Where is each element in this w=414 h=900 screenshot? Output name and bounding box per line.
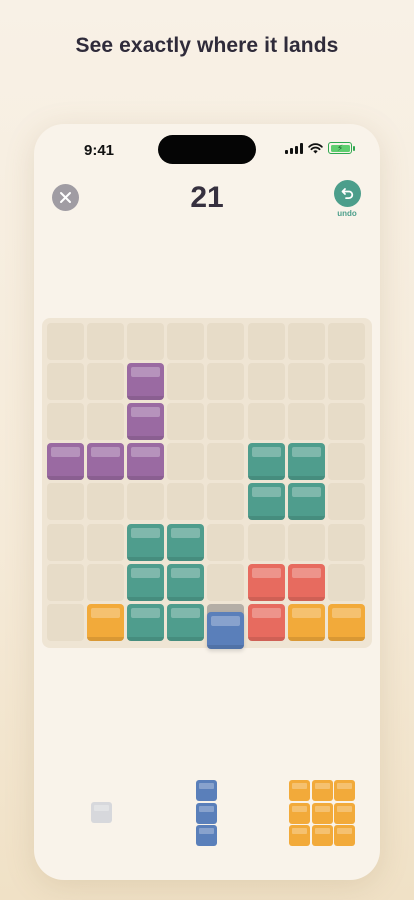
board-cell[interactable]: [87, 323, 125, 360]
board-cell[interactable]: [287, 523, 325, 561]
score: 21: [190, 181, 224, 214]
board-cell[interactable]: [47, 563, 84, 601]
board-cell[interactable]: [207, 523, 245, 561]
placed-block-purple: [87, 443, 125, 481]
board-cell[interactable]: [87, 523, 125, 561]
undo-arrow-icon: [341, 188, 353, 199]
phone-frame: 9:41 ⚡ 21 undo: [34, 124, 380, 880]
tray-block: [196, 802, 217, 824]
board-cell[interactable]: [87, 363, 125, 401]
board-cell[interactable]: [287, 363, 325, 401]
tray-piece-vertical-3[interactable]: [196, 780, 219, 848]
wifi-icon: [308, 142, 323, 153]
board-cell[interactable]: [287, 323, 325, 360]
tray-block: [289, 802, 310, 824]
battery-charging-icon: ⚡: [328, 142, 355, 154]
board-cell[interactable]: [167, 403, 205, 441]
board-cell[interactable]: [247, 523, 285, 561]
placed-block-teal: [167, 563, 205, 601]
tray-piece-single[interactable]: [91, 802, 114, 825]
board-cell[interactable]: [327, 443, 365, 481]
undo-label: undo: [337, 209, 357, 218]
placed-block-red: [287, 563, 325, 601]
board-cell[interactable]: [207, 323, 245, 360]
board-cell[interactable]: [47, 363, 84, 401]
board-cell[interactable]: [167, 363, 205, 401]
status-icons: ⚡: [285, 142, 355, 154]
undo-button[interactable]: undo: [332, 180, 362, 218]
board-cell[interactable]: [247, 403, 285, 441]
placed-block-purple: [127, 443, 165, 481]
board-cell[interactable]: [167, 483, 205, 521]
placed-block-teal: [167, 523, 205, 561]
undo-icon-circle[interactable]: [333, 180, 361, 207]
placed-block-teal: [127, 523, 165, 561]
headline: See exactly where it lands: [75, 34, 339, 57]
placed-block-teal: [167, 603, 205, 641]
placed-block-teal: [247, 483, 285, 521]
placed-block-teal: [127, 603, 165, 641]
placed-block-orange: [287, 603, 325, 641]
cellular-signal-icon: [285, 142, 303, 154]
board-cell[interactable]: [47, 523, 84, 561]
status-time: 9:41: [84, 142, 115, 159]
board-cell[interactable]: [47, 603, 84, 641]
tray-block: [334, 825, 355, 846]
placed-block-orange: [87, 603, 125, 641]
placed-block-red: [247, 603, 285, 641]
dynamic-island: [158, 135, 256, 164]
placed-block-teal: [247, 443, 285, 481]
board-cell[interactable]: [87, 483, 125, 521]
tray-block: [334, 802, 355, 824]
board-cell[interactable]: [327, 483, 365, 521]
tray-piece-square-3x3[interactable]: [289, 780, 357, 848]
tray-block: [289, 825, 310, 846]
board-cell[interactable]: [47, 323, 84, 360]
board-cell[interactable]: [287, 403, 325, 441]
board-cell[interactable]: [327, 323, 365, 360]
board-cell[interactable]: [87, 403, 125, 441]
placed-block-purple: [127, 403, 165, 441]
tray-block: [91, 802, 112, 823]
placed-block-purple: [127, 363, 165, 401]
game-board[interactable]: [42, 318, 372, 649]
placed-block-purple: [47, 443, 84, 481]
board-cell[interactable]: [207, 563, 245, 601]
board-cell[interactable]: [327, 563, 365, 601]
board-cell[interactable]: [207, 443, 245, 481]
board-cell[interactable]: [47, 403, 84, 441]
board-cell[interactable]: [327, 363, 365, 401]
tray-block: [311, 825, 333, 846]
board-cell[interactable]: [247, 363, 285, 401]
board-cell[interactable]: [327, 523, 365, 561]
tray-block: [311, 802, 333, 824]
board-cell[interactable]: [207, 363, 245, 401]
board-cell[interactable]: [87, 563, 125, 601]
board-cell[interactable]: [167, 443, 205, 481]
placed-block-teal: [287, 443, 325, 481]
board-cell[interactable]: [207, 403, 245, 441]
board-cell[interactable]: [247, 323, 285, 360]
placed-block-orange: [327, 603, 365, 641]
tray-block: [196, 780, 217, 801]
board-cell[interactable]: [47, 483, 84, 521]
board-cell[interactable]: [327, 403, 365, 441]
tray-block: [311, 780, 333, 801]
board-cell[interactable]: [127, 323, 165, 360]
tray-block: [196, 825, 217, 846]
placed-block-teal: [127, 563, 165, 601]
tray-block: [289, 780, 310, 801]
dragging-block-blue[interactable]: [207, 611, 245, 649]
placed-block-red: [247, 563, 285, 601]
board-cell[interactable]: [127, 483, 165, 521]
board-cell[interactable]: [167, 323, 205, 360]
placed-block-teal: [287, 483, 325, 521]
tray-block: [334, 780, 355, 801]
board-cell[interactable]: [207, 483, 245, 521]
